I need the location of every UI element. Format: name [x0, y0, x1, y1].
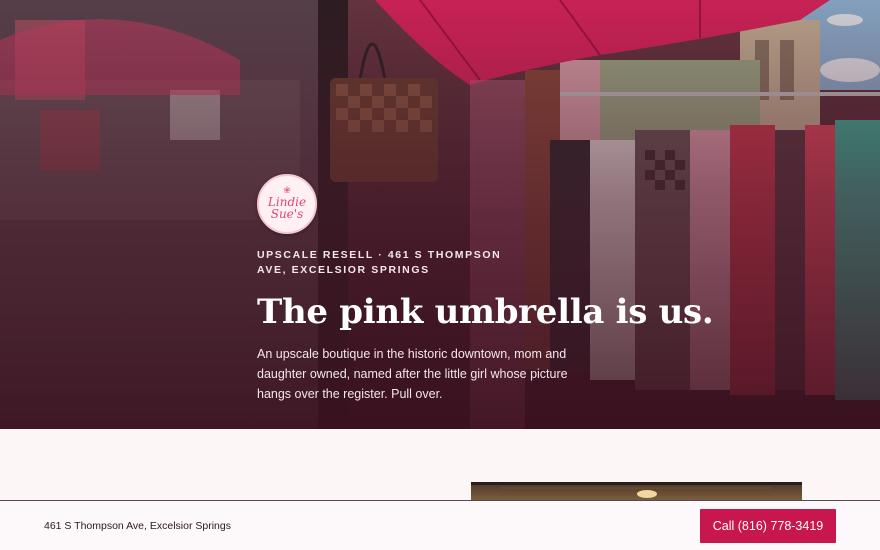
- hero-description: An upscale boutique in the historic down…: [257, 347, 568, 401]
- store-address: 461 S Thompson Ave, Excelsior Springs: [44, 519, 231, 532]
- hero-headline: The pink umbrella is us.: [257, 292, 714, 332]
- hero-eyebrow: UPSCALE RESELL · 461 S THOMPSON AVE, EXC…: [257, 249, 502, 276]
- hero-content: ❀ Lindie Sue's UPSCALE RESELL · 461 S TH…: [257, 174, 714, 404]
- call-button[interactable]: Call (816) 778-3419: [700, 508, 836, 543]
- logo-text-line2: Sue's: [270, 207, 304, 221]
- sticky-contact-bar: 461 S Thompson Ave, Excelsior Springs Ca…: [0, 500, 880, 550]
- brand-logo[interactable]: ❀ Lindie Sue's: [257, 174, 317, 234]
- hero-section: ❀ Lindie Sue's UPSCALE RESELL · 461 S TH…: [0, 0, 880, 429]
